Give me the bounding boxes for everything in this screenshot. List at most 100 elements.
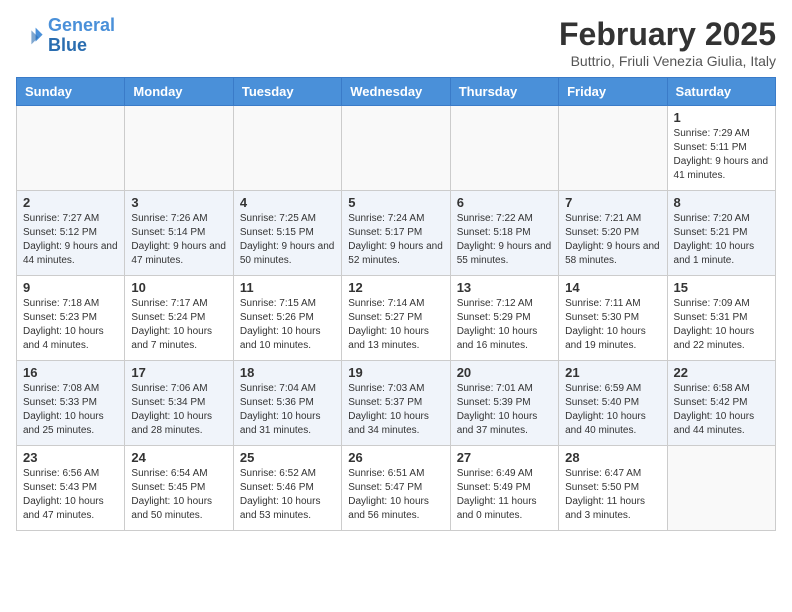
day-number: 6	[457, 195, 552, 210]
day-info: Sunrise: 7:11 AM Sunset: 5:30 PM Dayligh…	[565, 297, 660, 353]
day-info: Sunrise: 7:26 AM Sunset: 5:14 PM Dayligh…	[131, 212, 226, 268]
calendar-subtitle: Buttrio, Friuli Venezia Giulia, Italy	[559, 53, 776, 69]
day-number: 26	[348, 450, 443, 465]
day-number: 9	[23, 280, 118, 295]
calendar-day-cell	[667, 446, 775, 531]
calendar-day-cell: 23 Sunrise: 6:56 AM Sunset: 5:43 PM Dayli…	[17, 446, 125, 531]
day-info: Sunrise: 6:59 AM Sunset: 5:40 PM Dayligh…	[565, 382, 660, 438]
calendar-day-cell: 26 Sunrise: 6:51 AM Sunset: 5:47 PM Dayli…	[342, 446, 450, 531]
logo: General Blue	[16, 16, 115, 56]
calendar-day-cell: 10 Sunrise: 7:17 AM Sunset: 5:24 PM Dayli…	[125, 276, 233, 361]
calendar-day-cell: 2 Sunrise: 7:27 AM Sunset: 5:12 PM Daylig…	[17, 191, 125, 276]
day-number: 16	[23, 365, 118, 380]
day-number: 2	[23, 195, 118, 210]
calendar-day-cell: 5 Sunrise: 7:24 AM Sunset: 5:17 PM Daylig…	[342, 191, 450, 276]
calendar-day-cell: 3 Sunrise: 7:26 AM Sunset: 5:14 PM Daylig…	[125, 191, 233, 276]
calendar-day-cell: 27 Sunrise: 6:49 AM Sunset: 5:49 PM Dayli…	[450, 446, 558, 531]
day-info: Sunrise: 6:54 AM Sunset: 5:45 PM Dayligh…	[131, 467, 226, 523]
day-number: 28	[565, 450, 660, 465]
day-number: 27	[457, 450, 552, 465]
day-number: 15	[674, 280, 769, 295]
calendar-week-row: 16Sunrise: 7:08 AM Sunset: 5:33 PM Dayli…	[17, 361, 776, 446]
calendar-week-row: 1 Sunrise: 7:29 AM Sunset: 5:11 PM Daylig…	[17, 106, 776, 191]
calendar-day-cell: 19Sunrise: 7:03 AM Sunset: 5:37 PM Dayli…	[342, 361, 450, 446]
day-number: 13	[457, 280, 552, 295]
calendar-day-cell	[559, 106, 667, 191]
day-info: Sunrise: 7:29 AM Sunset: 5:11 PM Dayligh…	[674, 127, 769, 183]
logo-text: General Blue	[48, 16, 115, 56]
calendar-table: SundayMondayTuesdayWednesdayThursdayFrid…	[16, 77, 776, 531]
day-info: Sunrise: 7:24 AM Sunset: 5:17 PM Dayligh…	[348, 212, 443, 268]
calendar-day-cell: 9 Sunrise: 7:18 AM Sunset: 5:23 PM Daylig…	[17, 276, 125, 361]
calendar-day-cell: 7 Sunrise: 7:21 AM Sunset: 5:20 PM Daylig…	[559, 191, 667, 276]
weekday-header-saturday: Saturday	[667, 78, 775, 106]
calendar-day-cell: 4 Sunrise: 7:25 AM Sunset: 5:15 PM Daylig…	[233, 191, 341, 276]
weekday-header-row: SundayMondayTuesdayWednesdayThursdayFrid…	[17, 78, 776, 106]
weekday-header-sunday: Sunday	[17, 78, 125, 106]
calendar-day-cell: 11Sunrise: 7:15 AM Sunset: 5:26 PM Dayli…	[233, 276, 341, 361]
calendar-day-cell: 18Sunrise: 7:04 AM Sunset: 5:36 PM Dayli…	[233, 361, 341, 446]
day-number: 5	[348, 195, 443, 210]
day-info: Sunrise: 7:04 AM Sunset: 5:36 PM Dayligh…	[240, 382, 335, 438]
calendar-day-cell: 12 Sunrise: 7:14 AM Sunset: 5:27 PM Dayli…	[342, 276, 450, 361]
weekday-header-friday: Friday	[559, 78, 667, 106]
calendar-day-cell: 13 Sunrise: 7:12 AM Sunset: 5:29 PM Dayli…	[450, 276, 558, 361]
calendar-day-cell: 17 Sunrise: 7:06 AM Sunset: 5:34 PM Dayli…	[125, 361, 233, 446]
calendar-day-cell	[17, 106, 125, 191]
calendar-day-cell: 15 Sunrise: 7:09 AM Sunset: 5:31 PM Dayli…	[667, 276, 775, 361]
calendar-day-cell	[233, 106, 341, 191]
calendar-day-cell: 24Sunrise: 6:54 AM Sunset: 5:45 PM Dayli…	[125, 446, 233, 531]
day-info: Sunrise: 7:22 AM Sunset: 5:18 PM Dayligh…	[457, 212, 552, 268]
day-info: Sunrise: 7:03 AM Sunset: 5:37 PM Dayligh…	[348, 382, 443, 438]
weekday-header-thursday: Thursday	[450, 78, 558, 106]
calendar-day-cell	[450, 106, 558, 191]
day-info: Sunrise: 7:25 AM Sunset: 5:15 PM Dayligh…	[240, 212, 335, 268]
day-number: 4	[240, 195, 335, 210]
logo-icon	[16, 22, 44, 50]
calendar-week-row: 23 Sunrise: 6:56 AM Sunset: 5:43 PM Dayli…	[17, 446, 776, 531]
title-section: February 2025 Buttrio, Friuli Venezia Gi…	[559, 16, 776, 69]
day-number: 25	[240, 450, 335, 465]
calendar-day-cell: 25Sunrise: 6:52 AM Sunset: 5:46 PM Dayli…	[233, 446, 341, 531]
day-number: 10	[131, 280, 226, 295]
weekday-header-tuesday: Tuesday	[233, 78, 341, 106]
day-info: Sunrise: 7:27 AM Sunset: 5:12 PM Dayligh…	[23, 212, 118, 268]
day-info: Sunrise: 7:20 AM Sunset: 5:21 PM Dayligh…	[674, 212, 769, 268]
day-number: 14	[565, 280, 660, 295]
calendar-day-cell: 14 Sunrise: 7:11 AM Sunset: 5:30 PM Dayli…	[559, 276, 667, 361]
day-info: Sunrise: 7:21 AM Sunset: 5:20 PM Dayligh…	[565, 212, 660, 268]
day-number: 7	[565, 195, 660, 210]
day-info: Sunrise: 6:56 AM Sunset: 5:43 PM Dayligh…	[23, 467, 118, 523]
day-info: Sunrise: 7:17 AM Sunset: 5:24 PM Dayligh…	[131, 297, 226, 353]
day-info: Sunrise: 6:47 AM Sunset: 5:50 PM Dayligh…	[565, 467, 660, 523]
day-info: Sunrise: 7:09 AM Sunset: 5:31 PM Dayligh…	[674, 297, 769, 353]
day-info: Sunrise: 6:49 AM Sunset: 5:49 PM Dayligh…	[457, 467, 552, 523]
day-number: 1	[674, 110, 769, 125]
day-number: 12	[348, 280, 443, 295]
header: General Blue February 2025 Buttrio, Friu…	[16, 16, 776, 69]
day-number: 21	[565, 365, 660, 380]
day-number: 8	[674, 195, 769, 210]
calendar-day-cell: 22Sunrise: 6:58 AM Sunset: 5:42 PM Dayli…	[667, 361, 775, 446]
day-number: 22	[674, 365, 769, 380]
calendar-day-cell: 21 Sunrise: 6:59 AM Sunset: 5:40 PM Dayli…	[559, 361, 667, 446]
weekday-header-monday: Monday	[125, 78, 233, 106]
day-number: 3	[131, 195, 226, 210]
day-info: Sunrise: 6:51 AM Sunset: 5:47 PM Dayligh…	[348, 467, 443, 523]
calendar-day-cell	[125, 106, 233, 191]
weekday-header-wednesday: Wednesday	[342, 78, 450, 106]
day-info: Sunrise: 7:18 AM Sunset: 5:23 PM Dayligh…	[23, 297, 118, 353]
calendar-day-cell: 28 Sunrise: 6:47 AM Sunset: 5:50 PM Dayli…	[559, 446, 667, 531]
day-info: Sunrise: 7:12 AM Sunset: 5:29 PM Dayligh…	[457, 297, 552, 353]
day-number: 20	[457, 365, 552, 380]
calendar-week-row: 2 Sunrise: 7:27 AM Sunset: 5:12 PM Daylig…	[17, 191, 776, 276]
day-info: Sunrise: 7:14 AM Sunset: 5:27 PM Dayligh…	[348, 297, 443, 353]
calendar-week-row: 9 Sunrise: 7:18 AM Sunset: 5:23 PM Daylig…	[17, 276, 776, 361]
calendar-day-cell: 20Sunrise: 7:01 AM Sunset: 5:39 PM Dayli…	[450, 361, 558, 446]
day-info: Sunrise: 7:15 AM Sunset: 5:26 PM Dayligh…	[240, 297, 335, 353]
calendar-day-cell: 16Sunrise: 7:08 AM Sunset: 5:33 PM Dayli…	[17, 361, 125, 446]
day-number: 17	[131, 365, 226, 380]
calendar-day-cell: 6 Sunrise: 7:22 AM Sunset: 5:18 PM Daylig…	[450, 191, 558, 276]
day-number: 23	[23, 450, 118, 465]
day-info: Sunrise: 7:06 AM Sunset: 5:34 PM Dayligh…	[131, 382, 226, 438]
